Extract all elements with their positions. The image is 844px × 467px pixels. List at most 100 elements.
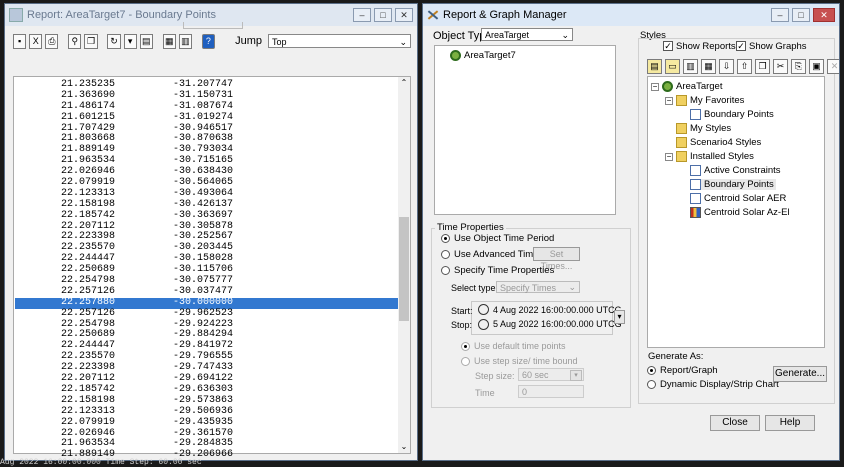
report-row[interactable]: 22.123313 -29.506936	[15, 405, 399, 418]
latitude-cell: 21.601215	[60, 111, 115, 123]
paste-icon[interactable]: ▣	[809, 59, 824, 74]
close-window-button[interactable]: ✕	[813, 8, 835, 22]
time-menu-button[interactable]: ▾	[614, 310, 625, 324]
report-icon	[690, 179, 701, 190]
copy-icon[interactable]: ⎘	[791, 59, 806, 74]
minimize-button[interactable]: –	[353, 8, 371, 22]
report-table: 21.235235 -31.207747 21.363690 -31.150731 21…	[13, 76, 411, 460]
step-size-label: Step size:	[475, 371, 515, 381]
scroll-up-icon[interactable]: ⌃	[398, 77, 410, 89]
report-row[interactable]: 21.601215 -31.019274	[15, 111, 399, 124]
centroid-aer-label: Centroid Solar AER	[704, 193, 787, 204]
help-button[interactable]: Help	[765, 415, 815, 431]
graph-icon[interactable]: ▥	[178, 33, 192, 49]
close-button[interactable]: Close	[710, 415, 760, 431]
report-title: Report: AreaTarget7 - Boundary Points	[27, 9, 216, 21]
start-time-value[interactable]: 4 Aug 2022 16:00:00.000 UTCG	[493, 305, 622, 315]
tree-root[interactable]: − AreaTarget	[651, 81, 722, 92]
step-size-spinner-icon[interactable]: ▾	[570, 370, 582, 381]
bar-chart-icon[interactable]: ▦	[701, 59, 716, 74]
object-type-value: AreaTarget	[485, 30, 530, 40]
scroll-thumb[interactable]	[399, 217, 409, 321]
find-icon[interactable]: ⚲	[68, 33, 82, 49]
latitude-cell: 22.079919	[60, 416, 115, 428]
report-row[interactable]: 22.079919 -29.435935	[15, 416, 399, 429]
save-icon[interactable]: ▪	[13, 33, 27, 49]
tree-my-favorites[interactable]: − My Favorites	[665, 95, 744, 106]
centroid-azel-label: Centroid Solar Az-El	[704, 207, 790, 218]
report-style-icon[interactable]: ▤	[139, 33, 153, 49]
tree-scenario-styles[interactable]: Scenario4 Styles	[676, 137, 761, 148]
print-icon[interactable]: ⎙	[45, 33, 59, 49]
refresh-icon[interactable]: ↻	[107, 33, 121, 49]
duplicate-icon[interactable]: ❐	[755, 59, 770, 74]
collapse-icon[interactable]: −	[665, 96, 673, 105]
new-folder-icon[interactable]: ▭	[665, 59, 680, 74]
grid-icon[interactable]: ▦	[162, 33, 176, 49]
import-icon[interactable]: ⇩	[719, 59, 734, 74]
scrollbar[interactable]: ⌃ ⌄	[398, 77, 410, 453]
tree-installed-styles[interactable]: − Installed Styles	[665, 151, 754, 162]
tree-centroid-solar-azel[interactable]: Centroid Solar Az-El	[690, 207, 790, 218]
time-value: 0	[522, 387, 528, 397]
collapse-icon[interactable]: −	[665, 152, 673, 161]
show-graphs-label: Show Graphs	[749, 41, 807, 52]
export-excel-icon[interactable]: X	[29, 33, 43, 49]
properties-icon[interactable]: ▾	[123, 33, 137, 49]
latitude-cell: 22.123313	[60, 405, 115, 417]
manager-title: Report & Graph Manager	[443, 9, 567, 21]
manager-app-icon	[427, 9, 439, 21]
delete-icon[interactable]: ✕	[827, 59, 839, 74]
report-graph-radio[interactable]: Report/Graph	[647, 365, 718, 376]
stop-time-value[interactable]: 5 Aug 2022 16:00:00.000 UTCG	[493, 319, 622, 329]
styles-tree: − AreaTarget − My Favorites Boundary Poi…	[647, 76, 825, 348]
report-row[interactable]: 22.257126 -29.962523	[15, 308, 399, 320]
my-favorites-label: My Favorites	[690, 95, 745, 106]
status-footer: Aug 2022 16:00:00.000 Time Step: 60.00 s…	[0, 458, 202, 467]
show-reports-checkbox[interactable]: ✓ Show Reports	[663, 41, 736, 52]
use-object-time-radio[interactable]: Use Object Time Period	[441, 233, 554, 244]
dynamic-display-radio[interactable]: Dynamic Display/Strip Chart	[647, 379, 779, 390]
minimize-button[interactable]: –	[771, 8, 789, 22]
select-type-select[interactable]: Specify Times ⌄	[496, 281, 580, 293]
new-graph-icon[interactable]: ▥	[683, 59, 698, 74]
use-advanced-times-radio[interactable]: Use Advanced Times	[441, 249, 543, 260]
use-default-points-radio[interactable]: Use default time points	[461, 341, 566, 352]
generate-button[interactable]: Generate...	[773, 366, 827, 382]
specify-time-properties-radio[interactable]: Specify Time Properties	[441, 265, 554, 276]
help-icon[interactable]: ?	[201, 33, 215, 49]
set-times-button[interactable]: Set Times...	[533, 247, 580, 271]
my-styles-label: My Styles	[690, 123, 732, 134]
show-graphs-checkbox[interactable]: ✓ Show Graphs	[736, 41, 807, 52]
new-report-icon[interactable]: ▤	[647, 59, 662, 74]
export-icon[interactable]: ⇧	[737, 59, 752, 74]
tree-centroid-solar-aer[interactable]: Centroid Solar AER	[690, 193, 786, 204]
tree-boundary-points[interactable]: Boundary Points	[690, 179, 776, 190]
tree-my-styles[interactable]: My Styles	[676, 123, 731, 134]
dynamic-display-label: Dynamic Display/Strip Chart	[660, 379, 779, 390]
step-size-input[interactable]: 60 sec ▾	[518, 368, 584, 381]
use-step-size-radio[interactable]: Use step size/ time bound	[461, 356, 578, 367]
close-button[interactable]: ✕	[395, 8, 413, 22]
jump-select[interactable]: Top ⌄	[268, 34, 412, 48]
maximize-button[interactable]: □	[374, 8, 392, 22]
object-list-item[interactable]: AreaTarget7	[450, 50, 516, 61]
report-row[interactable]: 22.185742 -30.363697	[15, 210, 399, 222]
clock-icon[interactable]	[478, 319, 489, 330]
time-input[interactable]: 0	[518, 385, 584, 398]
collapse-icon[interactable]: −	[651, 82, 659, 91]
report-icon	[690, 165, 701, 176]
tree-boundary-points-favorite[interactable]: Boundary Points	[690, 109, 774, 120]
show-reports-label: Show Reports	[676, 41, 736, 52]
report-toolbar: ▪ X ⎙ ⚲ ❐ ↻ ▾ ▤ ▦ ▥ ? Jump Top ⌄	[13, 32, 412, 50]
maximize-button[interactable]: □	[792, 8, 810, 22]
scroll-down-icon[interactable]: ⌄	[398, 441, 410, 453]
copy-icon[interactable]: ❐	[84, 33, 98, 49]
clock-icon[interactable]	[478, 304, 489, 315]
object-type-select[interactable]: AreaTarget ⌄	[481, 28, 573, 41]
tree-active-constraints[interactable]: Active Constraints	[690, 165, 781, 176]
toolbar-divider	[183, 22, 243, 29]
report-graph-label: Report/Graph	[660, 365, 718, 376]
cut-icon[interactable]: ✂	[773, 59, 788, 74]
chevron-down-icon: ⌄	[568, 282, 576, 292]
